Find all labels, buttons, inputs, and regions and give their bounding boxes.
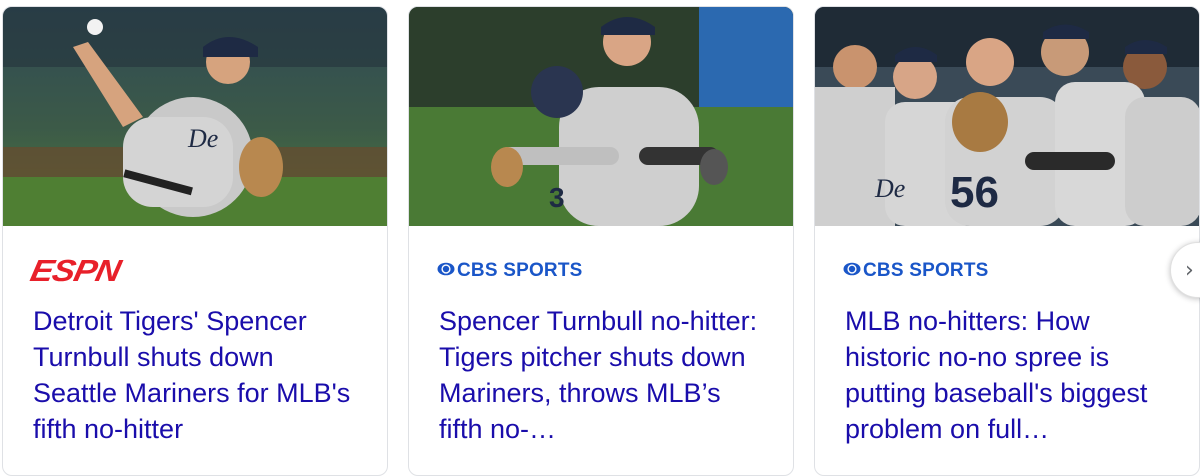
article-headline[interactable]: Detroit Tigers' Spencer Turnbull shuts d… bbox=[33, 303, 363, 447]
cbs-eye-icon bbox=[843, 260, 861, 282]
news-carousel: De ESPN Detroit Tigers' Spencer Turnbull… bbox=[0, 0, 1200, 476]
article-headline[interactable]: MLB no-hitters: How historic no-no spree… bbox=[845, 303, 1175, 447]
source-logo-espn: ESPN bbox=[27, 253, 124, 289]
espn-logo: ESPN bbox=[27, 253, 124, 289]
svg-text:3: 3 bbox=[549, 182, 565, 213]
news-card-1[interactable]: De ESPN Detroit Tigers' Spencer Turnbull… bbox=[2, 6, 388, 476]
svg-text:De: De bbox=[874, 174, 905, 203]
article-headline[interactable]: Spencer Turnbull no-hitter: Tigers pitch… bbox=[439, 303, 769, 447]
svg-text:56: 56 bbox=[950, 168, 999, 217]
news-card-3[interactable]: 56 De CBS SPORTS MLB no-hitters: How his… bbox=[814, 6, 1200, 476]
svg-text:De: De bbox=[187, 124, 218, 153]
source-logo-cbs: CBS SPORTS bbox=[437, 255, 583, 287]
news-card-2[interactable]: 3 CBS SPORTS Spencer Turnbull no-hitter:… bbox=[408, 6, 794, 476]
article-thumbnail-celebration[interactable]: 56 De bbox=[815, 7, 1199, 226]
article-thumbnail-pitcher[interactable]: De bbox=[3, 7, 387, 226]
cbs-eye-icon bbox=[437, 260, 455, 282]
cbs-sports-label: CBS SPORTS bbox=[863, 260, 989, 281]
source-logo-cbs: CBS SPORTS bbox=[843, 255, 989, 287]
article-thumbnail-embrace[interactable]: 3 bbox=[409, 7, 793, 226]
cbs-sports-label: CBS SPORTS bbox=[457, 260, 583, 281]
chevron-right-icon: › bbox=[1185, 257, 1194, 283]
